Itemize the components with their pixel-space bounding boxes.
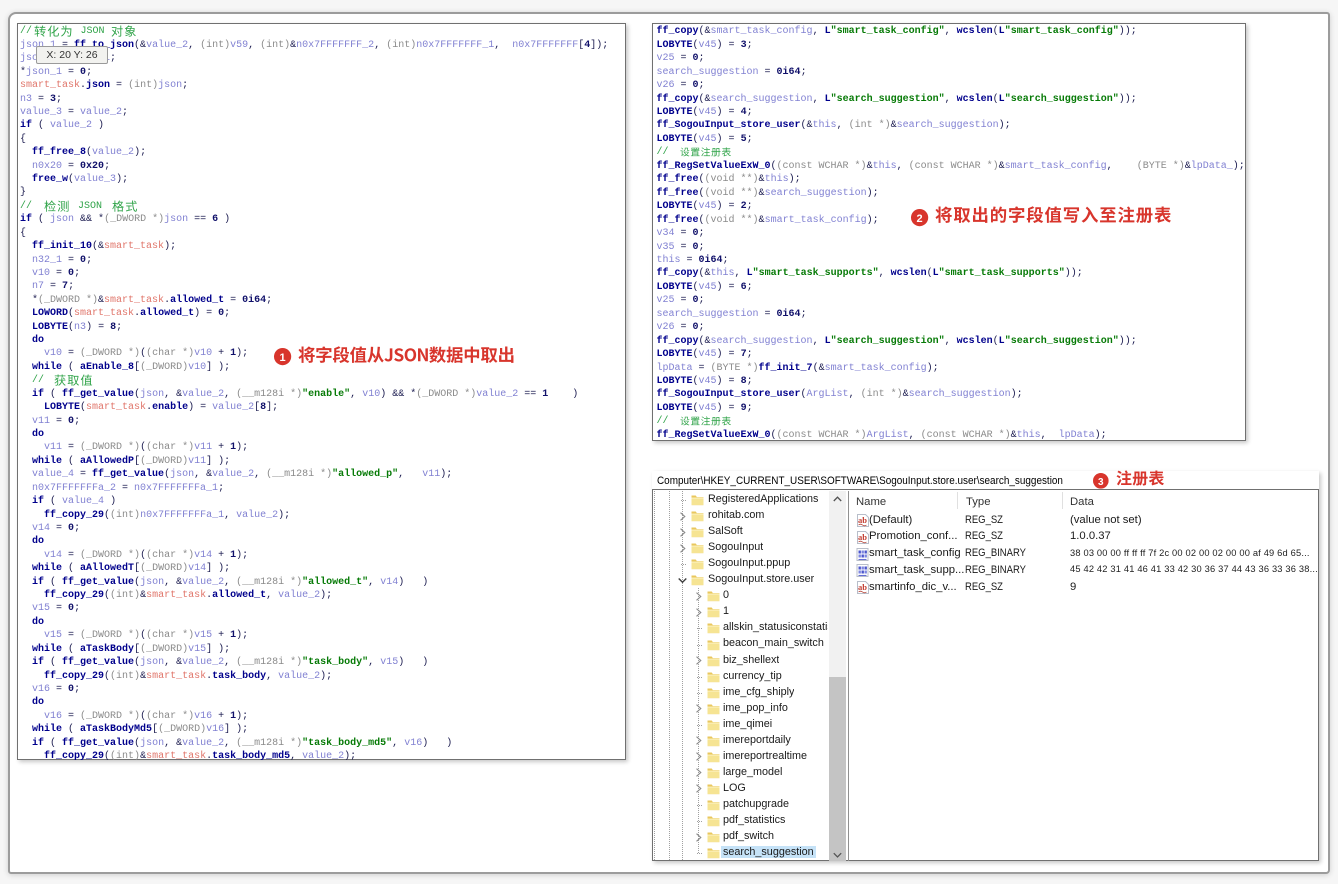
svg-text:ab: ab	[858, 582, 867, 592]
svg-text:ab: ab	[858, 532, 867, 542]
svg-text:ab: ab	[858, 515, 867, 525]
svg-text:1: 1	[280, 352, 286, 364]
svg-text:2: 2	[916, 213, 922, 225]
svg-text:3: 3	[1098, 477, 1104, 488]
